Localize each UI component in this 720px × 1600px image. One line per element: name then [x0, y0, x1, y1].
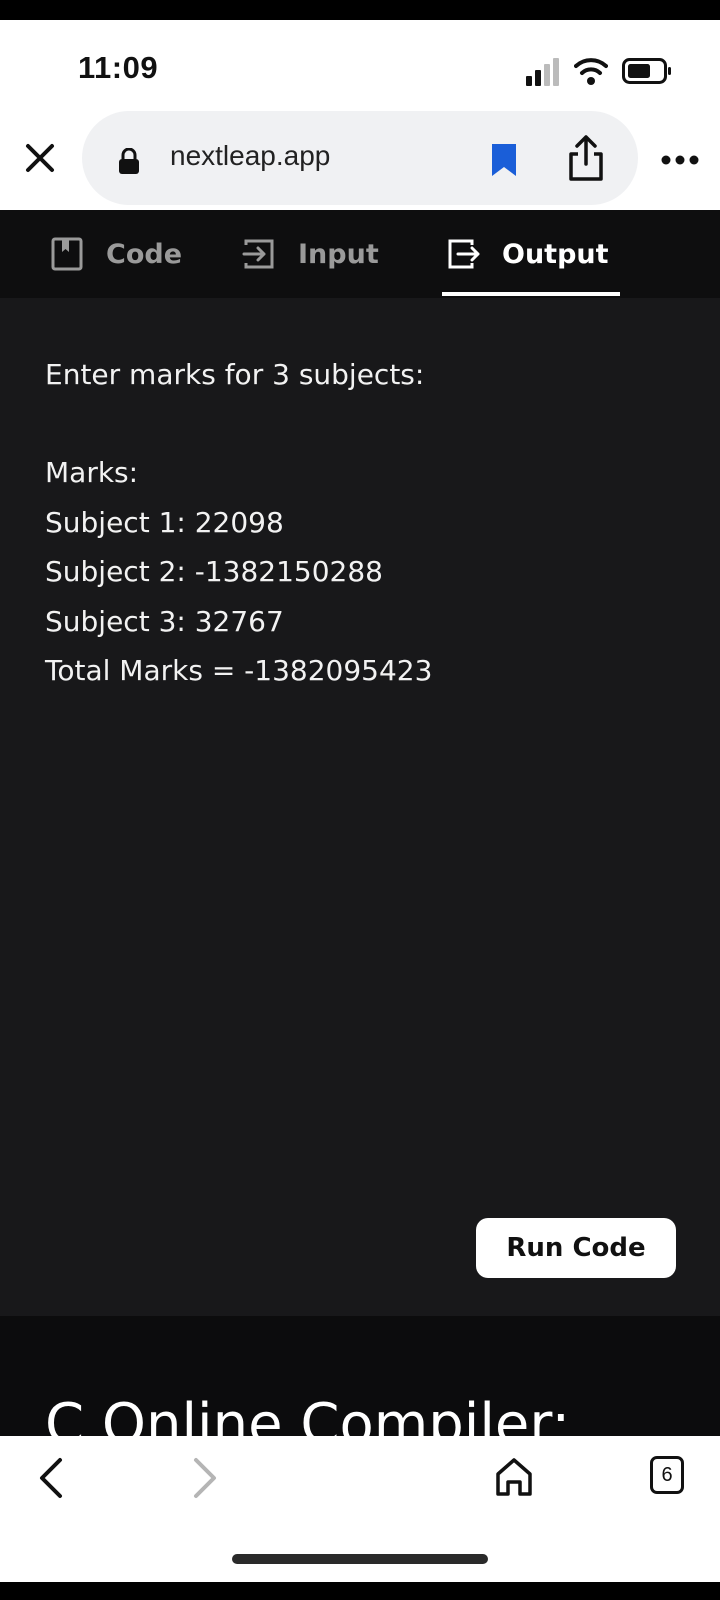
- back-arrow-icon[interactable]: [36, 1456, 66, 1500]
- editor-tab-bar: Code Input Output: [0, 210, 720, 298]
- output-line: Subject 3: 32767: [45, 605, 284, 638]
- output-line: Total Marks = -1382095423: [45, 654, 433, 687]
- section-heading: C Online Compiler:: [45, 1392, 571, 1436]
- book-icon: [51, 237, 83, 271]
- browser-bottom-toolbar: 6: [0, 1436, 720, 1582]
- browser-address-bar: nextleap.app: [0, 110, 720, 210]
- output-console: Enter marks for 3 subjects: Marks: Subje…: [0, 298, 720, 1316]
- url-field[interactable]: [82, 111, 638, 205]
- more-options-icon[interactable]: [660, 154, 700, 166]
- status-time: 11:09: [78, 50, 159, 85]
- output-line: Subject 1: 22098: [45, 506, 284, 539]
- output-line: Marks:: [45, 456, 139, 489]
- wifi-icon: [574, 58, 608, 85]
- tab-code-label: Code: [106, 238, 183, 270]
- run-code-button[interactable]: Run Code: [476, 1218, 676, 1278]
- tab-code[interactable]: Code: [50, 210, 182, 298]
- page-section: C Online Compiler:: [0, 1316, 720, 1436]
- output-line: Subject 2: -1382150288: [45, 555, 383, 588]
- share-icon[interactable]: [566, 134, 606, 182]
- input-arrow-icon: [242, 239, 274, 269]
- tab-output[interactable]: Output: [446, 210, 609, 298]
- output-arrow-icon: [448, 239, 480, 269]
- home-indicator: [232, 1554, 488, 1564]
- cellular-signal-icon: [526, 58, 559, 86]
- battery-icon: [622, 58, 671, 84]
- home-icon[interactable]: [494, 1456, 534, 1498]
- tab-output-label: Output: [502, 238, 609, 270]
- status-bar: 11:09: [0, 20, 720, 110]
- forward-arrow-icon[interactable]: [190, 1456, 220, 1500]
- url-text[interactable]: nextleap.app: [170, 140, 330, 172]
- lock-icon: [119, 148, 139, 174]
- top-edge: [0, 0, 720, 20]
- bottom-edge: [0, 1582, 720, 1600]
- active-tab-indicator: [442, 292, 620, 296]
- bookmark-icon[interactable]: [490, 142, 518, 178]
- output-line: Enter marks for 3 subjects:: [45, 358, 425, 391]
- close-icon[interactable]: [22, 140, 58, 176]
- tab-count: 6: [661, 1463, 673, 1486]
- tabs-count-icon[interactable]: 6: [650, 1456, 684, 1494]
- tab-input-label: Input: [298, 238, 379, 270]
- tab-input[interactable]: Input: [242, 210, 379, 298]
